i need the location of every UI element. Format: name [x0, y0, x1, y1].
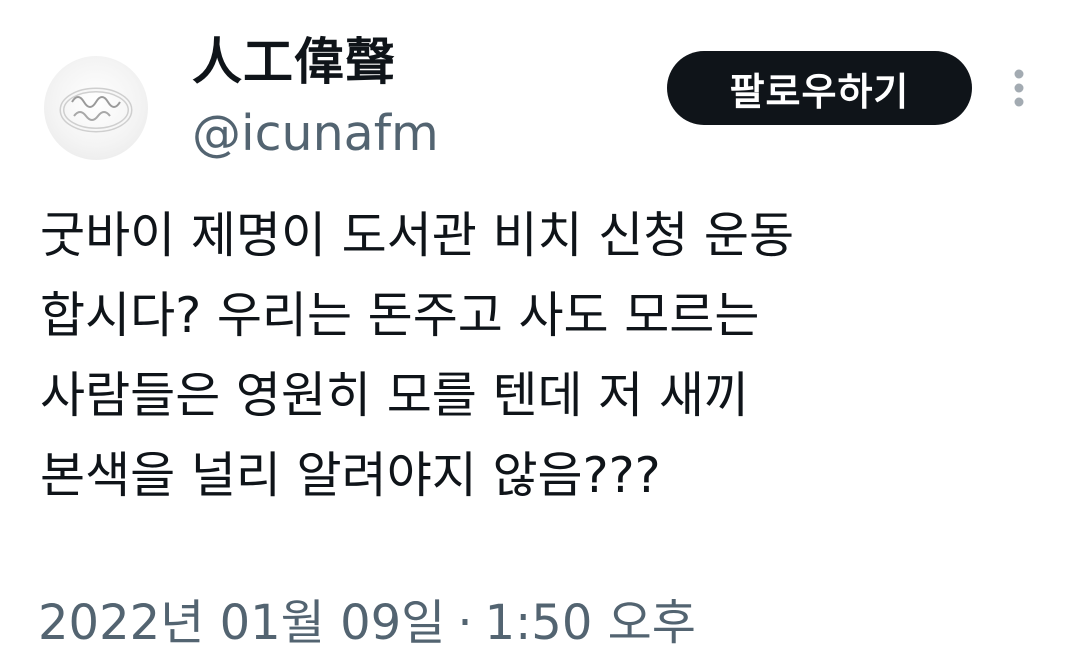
display-name[interactable]: 人工偉聲	[192, 30, 396, 94]
tweet-text-line: 합시다? 우리는 돈주고 사도 모르는	[40, 287, 760, 344]
ring-photo-icon	[59, 87, 133, 133]
timestamp-separator: ·	[457, 595, 473, 651]
tweet-card: 人工偉聲 @icunafm 팔로우하기 굿바이 제명이 도서관 비치 신청 운동…	[0, 0, 1080, 670]
tweet-time: 1:50 오후	[484, 595, 696, 651]
tweet-text-line: 사람들은 영원히 모를 텐데 저 새끼	[40, 367, 749, 424]
user-handle[interactable]: @icunafm	[192, 104, 439, 164]
timestamp[interactable]: 2022년 01월 09일 · 1:50 오후	[38, 588, 696, 658]
follow-button[interactable]: 팔로우하기	[667, 51, 972, 125]
tweet-text-line: 굿바이 제명이 도서관 비치 신청 운동	[40, 207, 795, 264]
more-vertical-icon[interactable]	[1002, 64, 1036, 112]
tweet-text: 굿바이 제명이 도서관 비치 신청 운동 합시다? 우리는 돈주고 사도 모르는…	[40, 196, 1040, 516]
tweet-text-line: 본색을 널리 알려야지 않음???	[40, 447, 661, 504]
tweet-date: 2022년 01월 09일	[38, 595, 446, 651]
avatar[interactable]	[44, 56, 148, 160]
